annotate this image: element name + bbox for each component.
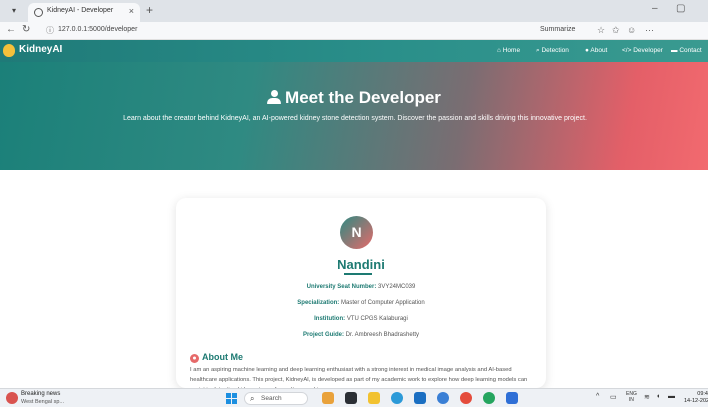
- url-text: 127.0.0.1:5000/developer: [58, 26, 138, 33]
- date: 14-12-202: [684, 398, 708, 404]
- news-subtitle: West Bengal sp...: [21, 399, 65, 405]
- chevron-up-icon[interactable]: ^: [596, 393, 599, 400]
- news-title[interactable]: Breaking news: [21, 391, 60, 397]
- favorites-icon[interactable]: ✩: [612, 25, 620, 36]
- site-logo[interactable]: KidneyAI: [19, 44, 62, 55]
- chrome-icon[interactable]: [460, 392, 472, 404]
- refresh-icon[interactable]: ↻: [22, 24, 30, 35]
- info-value: Master of Computer Application: [340, 300, 425, 306]
- clock[interactable]: 09:4 14-12-202: [684, 391, 708, 405]
- os-taskbar: Breaking news West Bengal sp... ⌕ Search…: [0, 388, 708, 407]
- battery-saver-icon[interactable]: ▭: [610, 393, 617, 401]
- widgets-app-icon[interactable]: [322, 392, 334, 404]
- info-value: Dr. Ambreesh Bhadrashetty: [345, 332, 420, 338]
- lang-bottom: IN: [628, 397, 634, 403]
- name-divider: [344, 273, 372, 275]
- nav-developer[interactable]: </> Developer: [622, 47, 663, 54]
- info-label: Project Guide:: [302, 332, 344, 338]
- kidney-logo-icon: [3, 44, 15, 57]
- close-icon[interactable]: ×: [129, 6, 134, 16]
- extension-icon[interactable]: ☺: [627, 25, 636, 35]
- nav-contact-label: Contact: [679, 47, 702, 54]
- plus-icon[interactable]: +: [146, 3, 153, 17]
- vscode-icon[interactable]: [506, 392, 518, 404]
- volume-icon[interactable]: ◖: [656, 393, 660, 400]
- hero-title-text: Meet the Developer: [285, 88, 441, 107]
- info-seat-number: University Seat Number: 3VY24MC039: [176, 284, 546, 290]
- store-icon[interactable]: [414, 392, 426, 404]
- back-icon[interactable]: ←: [6, 24, 16, 35]
- about-heading-text: About Me: [202, 352, 243, 362]
- about-heading: ● About Me: [190, 352, 243, 363]
- nav-detection[interactable]: ⌕ Detection: [536, 47, 569, 55]
- tab-menu-icon[interactable]: ▾: [6, 5, 22, 17]
- avatar: N: [340, 216, 373, 249]
- info-specialization: Specialization: Master of Computer Appli…: [176, 300, 546, 306]
- info-institution: Institution: VTU CPGS Kalaburagi: [176, 316, 546, 322]
- more-icon[interactable]: ⋯: [645, 25, 654, 36]
- nav-about[interactable]: ● About: [585, 47, 607, 54]
- task-view-icon[interactable]: [345, 392, 357, 404]
- summarize-label: Summarize: [540, 26, 576, 33]
- info-label: Institution:: [314, 316, 346, 322]
- nav-home-label: Home: [502, 47, 521, 54]
- info-project-guide: Project Guide: Dr. Ambreesh Bhadrashetty: [176, 332, 546, 338]
- wifi-icon[interactable]: ≋: [644, 393, 650, 401]
- hero-section: Meet the Developer Learn about the creat…: [0, 62, 708, 170]
- globe-icon: [34, 8, 43, 17]
- developer-card: N Nandini University Seat Number: 3VY24M…: [176, 198, 546, 388]
- nav-about-label: About: [590, 47, 608, 54]
- nav-detection-label: Detection: [541, 47, 569, 54]
- developer-name: Nandini: [337, 257, 385, 272]
- file-explorer-icon[interactable]: [368, 392, 380, 404]
- news-icon[interactable]: [6, 392, 18, 404]
- user-circle-icon: ●: [190, 354, 199, 363]
- search-label: Search: [261, 395, 282, 402]
- page-title: Meet the Developer: [267, 88, 441, 107]
- summarize-button[interactable]: Summarize: [540, 26, 575, 33]
- search-icon: ⌕: [250, 394, 255, 403]
- nav-developer-label: Developer: [633, 47, 663, 54]
- url-field[interactable]: ⓘ 127.0.0.1:5000/developer: [46, 24, 526, 38]
- browser-tab[interactable]: KidneyAI - Developer ×: [28, 3, 140, 22]
- browser-tab-bar: ▾ KidneyAI - Developer × + – ▢: [0, 0, 708, 22]
- app-icon[interactable]: [437, 392, 449, 404]
- about-text: I am an aspiring machine learning and de…: [190, 367, 528, 388]
- tab-title: KidneyAI - Developer: [47, 7, 114, 14]
- star-icon[interactable]: ☆: [597, 25, 605, 36]
- site-navbar: KidneyAI ⌂ Home ⌕ Detection ● About </> …: [0, 40, 708, 62]
- info-label: University Seat Number:: [306, 284, 377, 290]
- nav-home[interactable]: ⌂ Home: [497, 47, 520, 54]
- taskbar-search[interactable]: ⌕ Search: [244, 392, 308, 405]
- windows-start-icon[interactable]: [226, 393, 237, 404]
- maximize-icon[interactable]: ▢: [676, 3, 685, 14]
- hero-subtitle: Learn about the creator behind KidneyAI,…: [123, 115, 587, 122]
- info-value: VTU CPGS Kalaburagi: [346, 316, 408, 322]
- code-icon: </>: [622, 47, 634, 54]
- info-icon[interactable]: ⓘ: [46, 25, 54, 36]
- battery-icon[interactable]: ▬: [668, 393, 675, 400]
- time: 09:4: [697, 391, 708, 397]
- whatsapp-icon[interactable]: [483, 392, 495, 404]
- user-icon: [267, 90, 282, 104]
- edge-browser-icon[interactable]: [391, 392, 403, 404]
- info-value: 3VY24MC039: [378, 284, 416, 290]
- address-bar: ← ↻ ⓘ 127.0.0.1:5000/developer Summarize…: [0, 22, 708, 40]
- nav-contact[interactable]: ▬ Contact: [671, 47, 702, 54]
- info-label: Specialization:: [297, 300, 340, 306]
- minimize-icon[interactable]: –: [652, 3, 658, 14]
- language-indicator[interactable]: ENG IN: [626, 391, 637, 403]
